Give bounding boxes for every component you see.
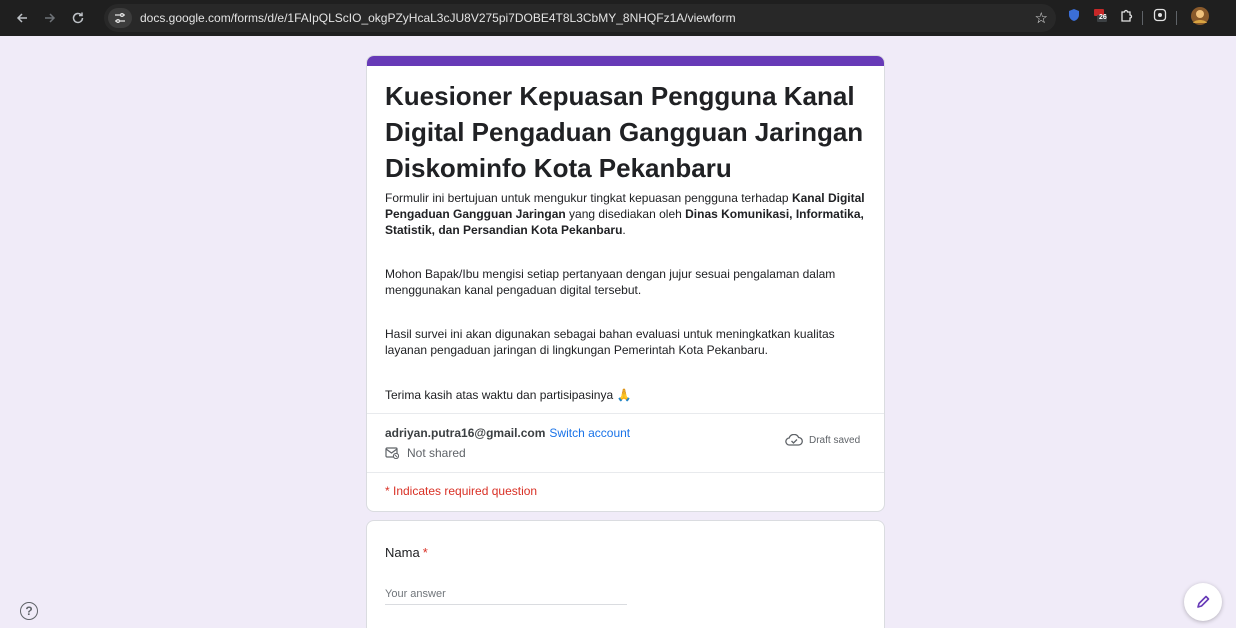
- form-header-card: Kuesioner Kepuasan Pengguna Kanal Digita…: [366, 55, 885, 512]
- reload-button[interactable]: [64, 4, 92, 32]
- description-text: Formulir ini bertujuan untuk mengukur ti…: [385, 191, 792, 205]
- cloud-check-icon: [785, 434, 803, 446]
- account-email-line: adriyan.putra16@gmail.com Switch account: [385, 426, 630, 440]
- arrow-left-icon: [16, 13, 27, 23]
- forward-button[interactable]: [36, 4, 64, 32]
- toolbar-divider: [1176, 11, 1177, 25]
- question-title: Nama *: [385, 545, 428, 560]
- help-icon[interactable]: ?: [20, 602, 38, 620]
- not-shared-icon: [385, 447, 399, 459]
- form-description-instruction: Mohon Bapak/Ibu mengisi setiap pertanyaa…: [385, 267, 836, 297]
- accent-bar: [367, 56, 884, 66]
- extension-badge: 26: [1099, 14, 1107, 21]
- switch-account-link[interactable]: Switch account: [549, 426, 630, 440]
- form-title: Kuesioner Kepuasan Pengguna Kanal Digita…: [385, 81, 864, 183]
- address-bar[interactable]: docs.google.com/forms/d/e/1FAIpQLScIO_ok…: [104, 4, 1056, 32]
- extension-badge-icon[interactable]: 26: [1093, 8, 1107, 22]
- question-card-nama: Nama *: [366, 520, 885, 628]
- sharing-status: Not shared: [385, 446, 466, 460]
- required-asterisk: *: [422, 545, 428, 560]
- draft-saved-label: Draft saved: [809, 434, 861, 446]
- description-text: .: [622, 223, 626, 237]
- pencil-icon: [1197, 595, 1210, 608]
- back-button[interactable]: [8, 4, 36, 32]
- bookmark-star-icon[interactable]: ☆: [1035, 9, 1048, 27]
- not-shared-label: Not shared: [407, 446, 466, 460]
- required-question-note: * Indicates required question: [385, 484, 538, 498]
- profile-avatar[interactable]: [1190, 6, 1210, 26]
- arrow-right-icon: [45, 13, 56, 23]
- edit-button[interactable]: [1184, 583, 1222, 621]
- lens-icon[interactable]: [1153, 8, 1167, 22]
- description-text: yang disediakan oleh: [565, 207, 686, 221]
- account-email: adriyan.putra16@gmail.com: [385, 426, 546, 440]
- form-description-purpose: Hasil survei ini akan digunakan sebagai …: [385, 327, 835, 357]
- answer-input[interactable]: [385, 583, 627, 605]
- draft-status: Draft saved: [785, 434, 860, 446]
- shield-extension-icon[interactable]: [1068, 8, 1080, 22]
- question-label: Nama: [385, 545, 420, 560]
- form-description-intro: Formulir ini bertujuan untuk mengukur ti…: [385, 190, 870, 238]
- tune-icon: [115, 13, 125, 23]
- puzzle-icon[interactable]: [1119, 8, 1133, 22]
- reload-icon: [72, 12, 84, 24]
- section-divider: [367, 472, 884, 473]
- toolbar-divider: [1142, 11, 1143, 25]
- form-description-thanks: Terima kasih atas waktu dan partisipasin…: [385, 388, 632, 402]
- site-info-button[interactable]: [108, 8, 132, 28]
- section-divider: [367, 413, 884, 414]
- browser-toolbar: docs.google.com/forms/d/e/1FAIpQLScIO_ok…: [0, 0, 1236, 36]
- url-text[interactable]: docs.google.com/forms/d/e/1FAIpQLScIO_ok…: [140, 11, 736, 25]
